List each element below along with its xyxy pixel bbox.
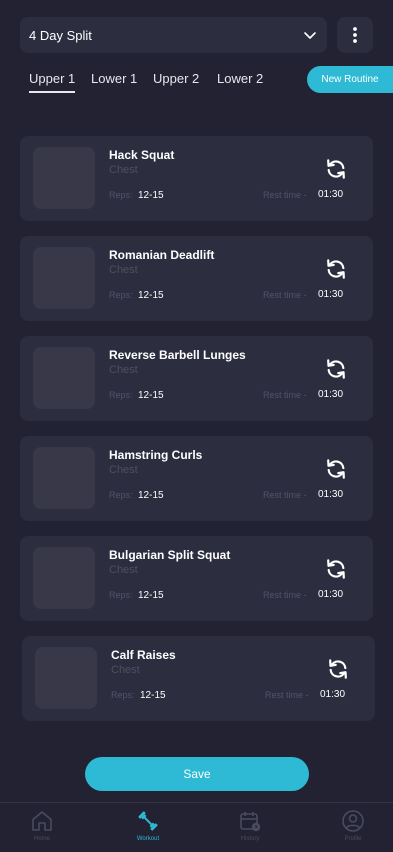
exercise-name: Reverse Barbell Lunges — [109, 348, 246, 362]
exercise-name: Calf Raises — [111, 648, 176, 662]
rest-time-label: Rest time - — [263, 290, 307, 300]
rest-time-label: Rest time - — [263, 490, 307, 500]
exercise-muscle: Chest — [109, 564, 138, 576]
reps-label: Reps: — [109, 190, 133, 200]
exercise-name: Hamstring Curls — [109, 448, 203, 462]
swap-exercise-icon[interactable] — [325, 458, 347, 480]
nav-item-home[interactable]: Home — [12, 809, 72, 842]
nav-label: Home — [33, 836, 50, 842]
swap-exercise-icon[interactable] — [327, 658, 349, 680]
exercise-thumbnail — [33, 447, 95, 509]
reps-value: 12-15 — [138, 290, 164, 301]
exercise-thumbnail — [35, 647, 97, 709]
exercise-card[interactable]: Reverse Barbell Lunges Chest Reps: 12-15… — [20, 336, 373, 421]
exercise-muscle: Chest — [109, 264, 138, 276]
rest-time-value: 01:30 — [320, 689, 346, 700]
exercise-thumbnail — [33, 547, 95, 609]
rest-time-label: Rest time - — [265, 690, 309, 700]
rest-time-value: 01:30 — [318, 489, 344, 500]
rest-time-value: 01:30 — [318, 189, 344, 200]
rest-time-label: Rest time - — [263, 390, 307, 400]
reps-value: 12-15 — [138, 190, 164, 201]
exercise-name: Hack Squat — [109, 148, 175, 162]
more-options-button[interactable] — [337, 17, 373, 53]
exercise-name: Bulgarian Split Squat — [109, 548, 231, 562]
reps-label: Reps: — [109, 490, 133, 500]
more-vertical-icon — [353, 27, 357, 43]
tab-upper-2[interactable]: Upper 2 — [153, 71, 199, 91]
reps-label: Reps: — [109, 290, 133, 300]
exercise-thumbnail — [33, 247, 95, 309]
exercise-name: Romanian Deadlift — [109, 248, 215, 262]
dumbbell-icon — [138, 811, 158, 831]
tab-lower-2[interactable]: Lower 2 — [217, 71, 263, 91]
exercise-card[interactable]: Calf Raises Chest Reps: 12-15 Rest time … — [22, 636, 375, 721]
exercise-muscle: Chest — [109, 164, 138, 176]
rest-time-value: 01:30 — [318, 389, 344, 400]
reps-label: Reps: — [111, 690, 135, 700]
swap-exercise-icon[interactable] — [325, 558, 347, 580]
reps-label: Reps: — [109, 590, 133, 600]
exercise-card[interactable]: Hamstring Curls Chest Reps: 12-15 Rest t… — [20, 436, 373, 521]
new-routine-button[interactable]: New Routine — [307, 66, 393, 93]
exercise-card[interactable]: Bulgarian Split Squat Chest Reps: 12-15 … — [20, 536, 373, 621]
split-selector-value: 4 Day Split — [29, 27, 92, 43]
exercise-card[interactable]: Hack Squat Chest Reps: 12-15 Rest time -… — [20, 136, 373, 221]
exercise-muscle: Chest — [109, 364, 138, 376]
nav-label: History — [240, 836, 260, 842]
nav-label: Workout — [136, 836, 160, 842]
reps-value: 12-15 — [138, 490, 164, 501]
swap-exercise-icon[interactable] — [325, 158, 347, 180]
exercise-muscle: Chest — [109, 464, 138, 476]
rest-time-value: 01:30 — [318, 589, 344, 600]
tab-upper-1[interactable]: Upper 1 — [29, 71, 76, 93]
rest-time-label: Rest time - — [263, 590, 307, 600]
bottom-nav: Home Workout History Profile — [0, 802, 393, 852]
calendar-clock-icon — [240, 812, 261, 832]
reps-label: Reps: — [109, 390, 133, 400]
rest-time-label: Rest time - — [263, 190, 307, 200]
home-icon — [32, 811, 52, 831]
reps-value: 12-15 — [138, 590, 164, 601]
reps-value: 12-15 — [138, 390, 164, 401]
exercise-thumbnail — [33, 347, 95, 409]
exercise-muscle: Chest — [111, 664, 140, 676]
nav-item-workout[interactable]: Workout — [118, 809, 178, 842]
top-bar: 4 Day Split — [20, 17, 373, 53]
rest-time-value: 01:30 — [318, 289, 344, 300]
exercise-card[interactable]: Romanian Deadlift Chest Reps: 12-15 Rest… — [20, 236, 373, 321]
reps-value: 12-15 — [140, 690, 166, 701]
exercise-thumbnail — [33, 147, 95, 209]
nav-label: Profile — [344, 836, 362, 842]
split-selector[interactable]: 4 Day Split — [20, 17, 327, 53]
tab-lower-1[interactable]: Lower 1 — [91, 71, 137, 91]
user-circle-icon — [342, 810, 364, 832]
chevron-down-icon — [304, 32, 316, 39]
nav-item-history[interactable]: History — [220, 809, 280, 842]
swap-exercise-icon[interactable] — [325, 258, 347, 280]
save-button[interactable]: Save — [85, 757, 309, 791]
swap-exercise-icon[interactable] — [325, 358, 347, 380]
nav-item-profile[interactable]: Profile — [323, 809, 383, 842]
